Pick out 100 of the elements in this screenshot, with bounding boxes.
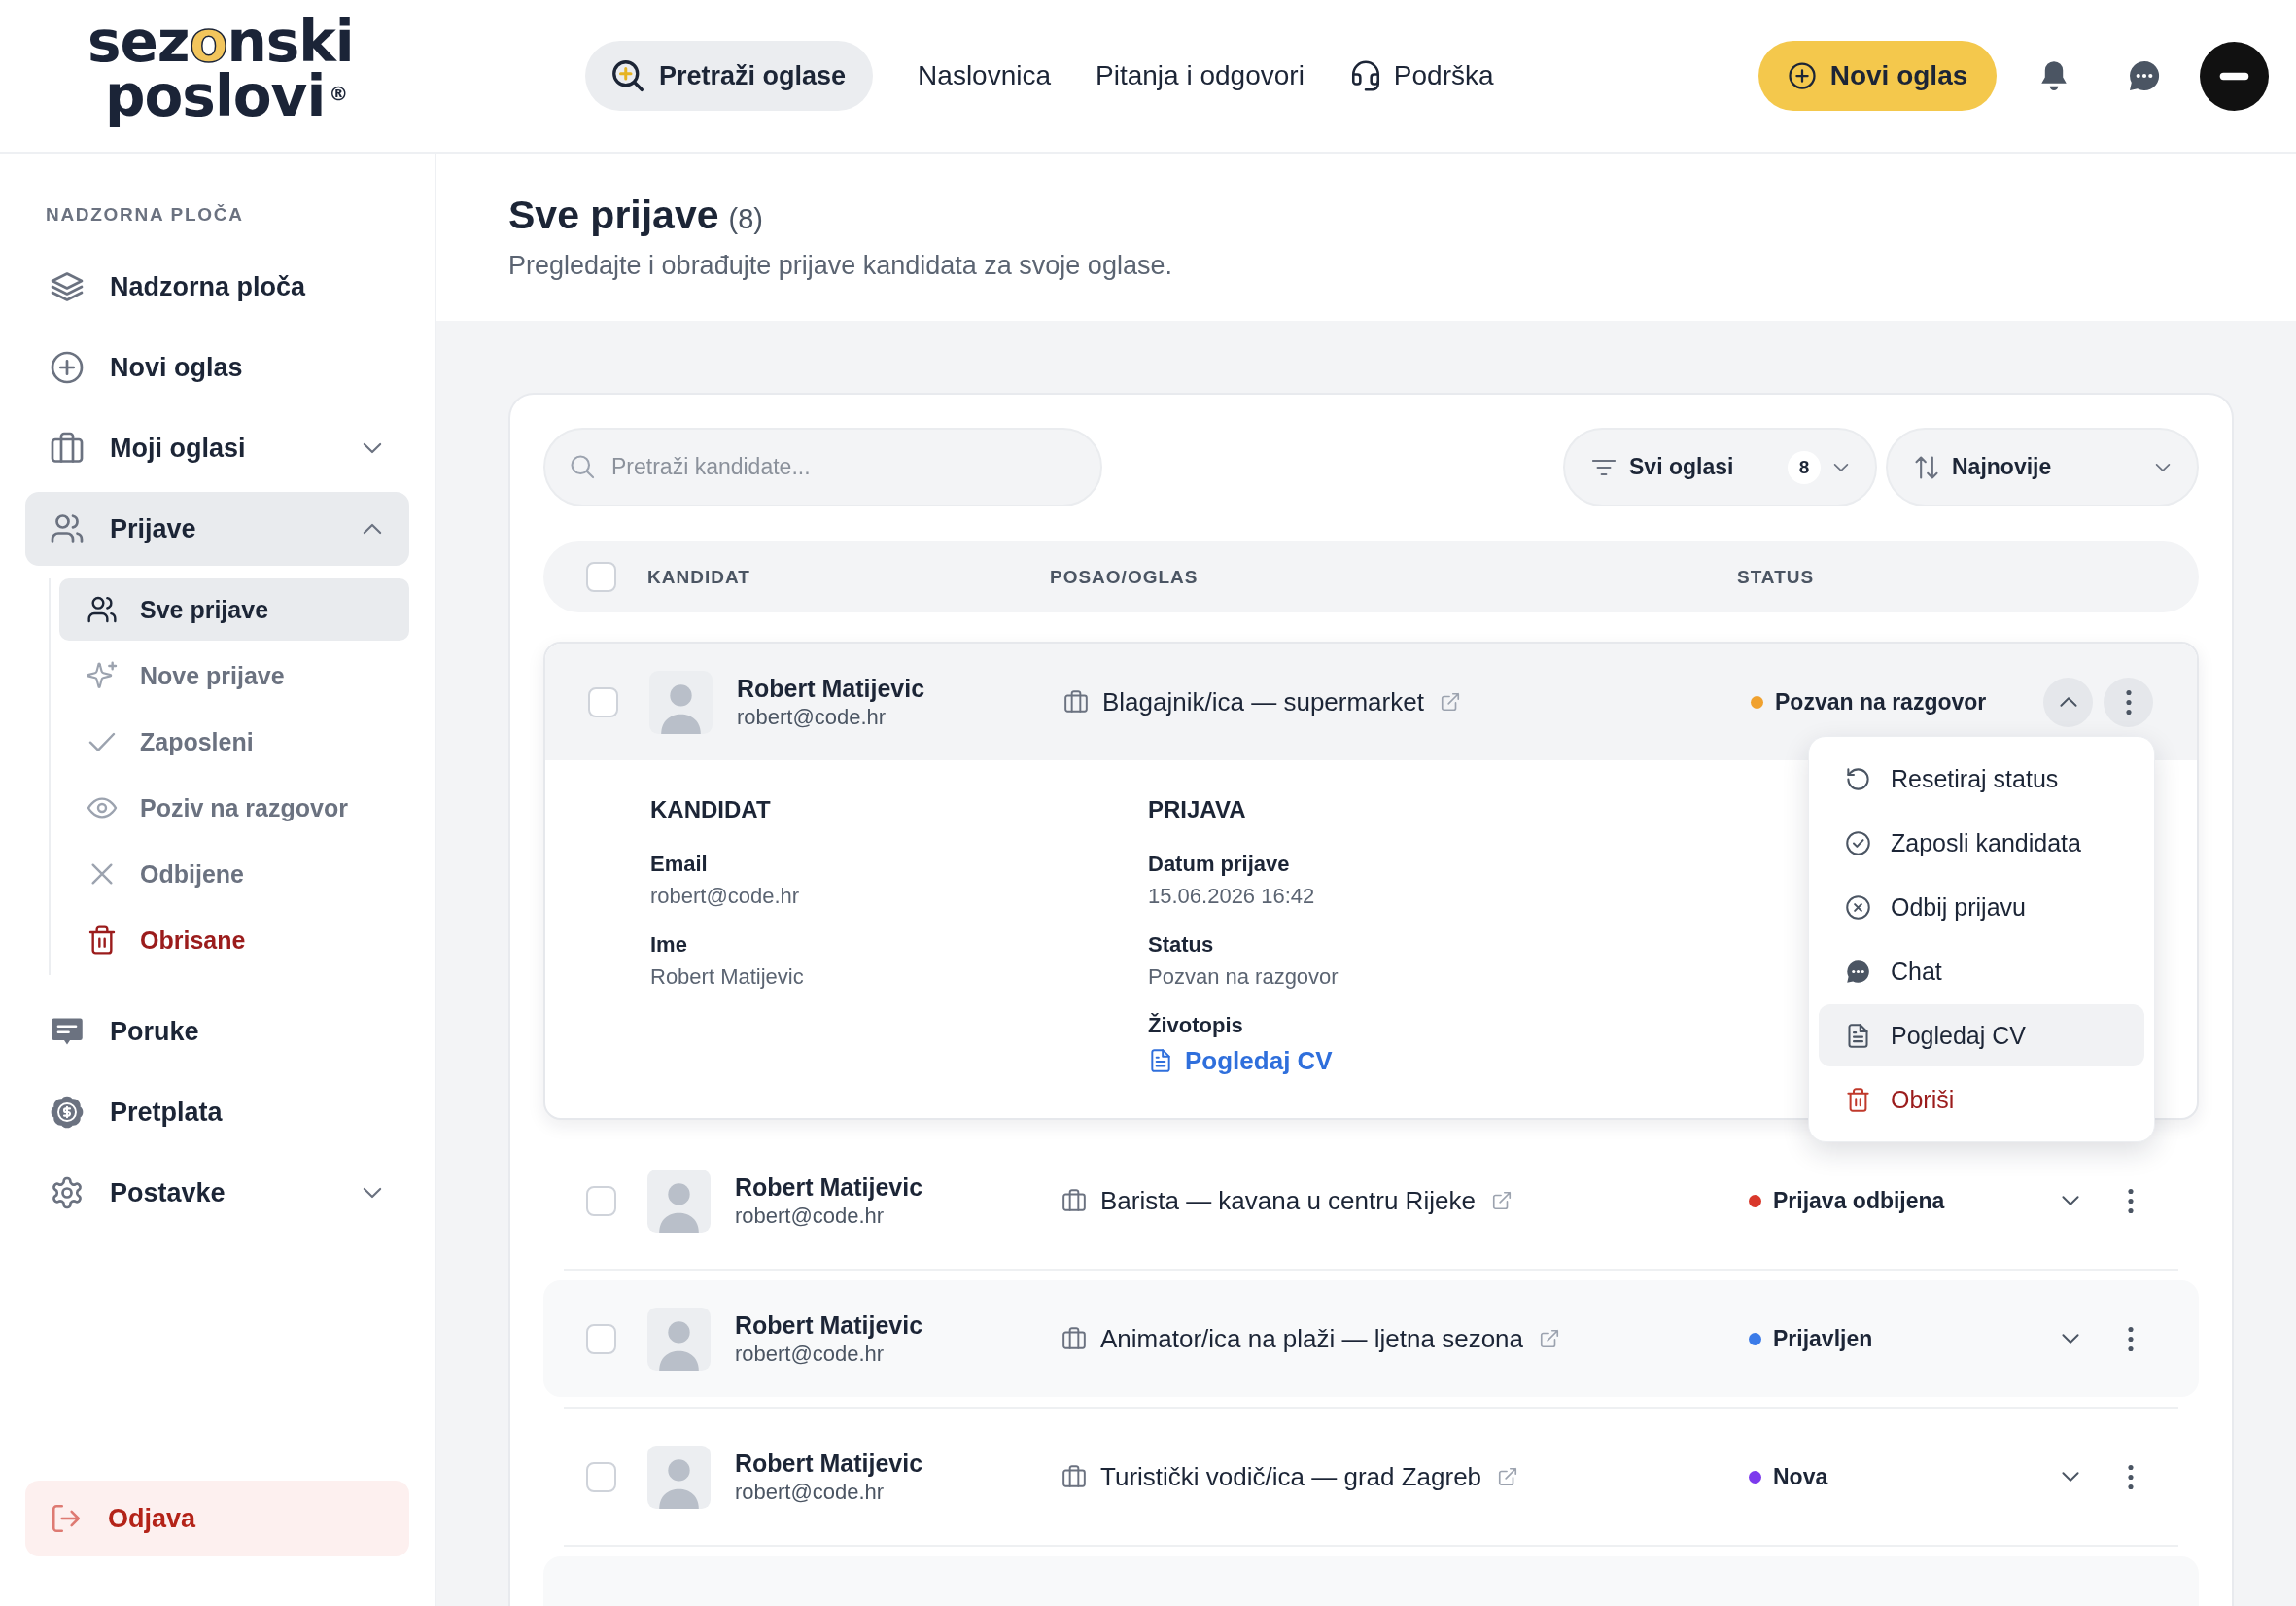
page-title: Sve prijave [508, 192, 719, 239]
view-cv-link[interactable]: Pogledaj CV [1148, 1044, 1333, 1077]
sidebar-item[interactable]: Prijave [25, 492, 409, 566]
checkbox[interactable] [586, 1323, 616, 1354]
search-icon [610, 58, 645, 93]
sidebar-subitem[interactable]: Zaposleni [59, 711, 409, 773]
field-label: Status [1148, 931, 1214, 959]
job-link[interactable]: Animator/ica na plaži — ljetna sezona [1100, 1323, 1523, 1354]
status-label: Prijavljen [1773, 1325, 1873, 1352]
field-label: Email [650, 851, 708, 878]
search-field[interactable]: Pretraži kandidate... [543, 428, 1102, 506]
sidebar-subitem[interactable]: Nove prijave [59, 645, 409, 707]
more-options-button[interactable] [2127, 1464, 2134, 1489]
menu-item[interactable]: Zaposli kandidata [1819, 812, 2144, 874]
nav-link[interactable]: Pitanja i odgovori [1096, 60, 1305, 91]
menu-item[interactable]: Obriši [1819, 1068, 2144, 1131]
column-header: POSAO/OGLAS [1050, 566, 1200, 588]
page-subtitle: Pregledajte i obrađujte prijave kandidata za svoje oglase. [508, 250, 1172, 282]
table-row[interactable]: Robert Matijevic robert@code.hr Animator/ica na plaži — ljetna sezona Prijavljen [543, 1280, 2199, 1397]
briefcase-icon [1061, 1188, 1087, 1213]
plus-circle-icon [1787, 61, 1817, 90]
external-link-icon[interactable] [1497, 1466, 1519, 1487]
avatar-placeholder [647, 1445, 711, 1509]
sidebar-item[interactable]: Moji oglasi [25, 411, 409, 485]
section-heading: PRIJAVA [1148, 795, 1246, 824]
sidebar-item[interactable]: Nadzorna ploča [25, 250, 409, 324]
new-ad-button[interactable]: Novi oglas [1758, 41, 1997, 111]
candidate-name: Robert Matijevic [737, 674, 925, 704]
search-jobs-button[interactable]: Pretraži oglase [585, 41, 874, 111]
title-count: (8) [728, 203, 763, 235]
field-value: 15.06.2026 16:42 [1148, 883, 1315, 910]
menu-item[interactable]: Chat [1819, 940, 2144, 1002]
column-header: STATUS [1737, 566, 1815, 588]
sidebar-subitem[interactable]: Odbijene [59, 843, 409, 905]
search-icon [569, 453, 596, 480]
more-options-button[interactable] [2127, 1188, 2134, 1213]
avatar-placeholder [649, 670, 713, 734]
briefcase-icon [1061, 1464, 1087, 1489]
profile-avatar[interactable] [2200, 41, 2269, 111]
job-link[interactable]: Blagajnik/ica — supermarket [1102, 686, 1424, 717]
logout-button[interactable]: Odjava [25, 1481, 409, 1556]
sidebar-item[interactable]: Poruke [25, 995, 409, 1068]
briefcase-icon [1063, 689, 1089, 715]
sparkles-icon [87, 660, 118, 691]
checkbox[interactable] [586, 1461, 616, 1492]
field-label: Životopis [1148, 1012, 1243, 1039]
avatar-placeholder [647, 1169, 711, 1233]
candidate-name: Robert Matijevic [735, 1310, 923, 1341]
sidebar-subitem[interactable]: Obrisane [59, 909, 409, 971]
briefcase-icon [1061, 1326, 1087, 1351]
chat-icon[interactable] [2127, 58, 2162, 93]
external-link-icon[interactable] [1539, 1328, 1560, 1349]
candidate-email: robert@code.hr [735, 1341, 885, 1368]
users-icon [87, 594, 118, 625]
section-label: NADZORNA PLOČA [46, 204, 244, 226]
checkbox[interactable] [586, 1185, 616, 1216]
checkbox[interactable] [586, 562, 616, 592]
more-options-button[interactable] [2127, 1326, 2134, 1351]
candidate-email: robert@code.hr [735, 1203, 885, 1230]
field-value: robert@code.hr [650, 883, 800, 910]
job-link[interactable]: Barista — kavana u centru Rijeke [1100, 1185, 1476, 1216]
field-value: Robert Matijevic [650, 963, 804, 991]
document-icon [1148, 1048, 1173, 1073]
field-label: Datum prijave [1148, 851, 1290, 878]
layers-icon [50, 269, 85, 304]
settings-icon [50, 1175, 85, 1210]
status-label: Prijava odbijena [1773, 1187, 1945, 1214]
field-value: Pozvan na razgovor [1148, 963, 1339, 991]
candidate-email: robert@code.hr [737, 704, 887, 731]
sidebar-subitem[interactable]: Poziv na razgovor [59, 777, 409, 839]
reset-icon [1845, 765, 1871, 792]
candidate-email: robert@code.hr [735, 1479, 885, 1506]
field-label: Ime [650, 931, 687, 959]
sidebar-item[interactable]: Pretplata [25, 1075, 409, 1149]
nav-link[interactable]: Podrška [1348, 59, 1494, 92]
sidebar-subitem[interactable]: Sve prijave [59, 578, 409, 641]
external-link-icon[interactable] [1490, 1190, 1513, 1211]
plus-circle-icon [50, 350, 85, 385]
more-options-button[interactable] [2104, 677, 2153, 727]
job-link[interactable]: Turistički vodič/ica — grad Zagreb [1100, 1461, 1482, 1492]
briefcase-icon [50, 431, 85, 466]
sort-dropdown[interactable]: Najnovije [1886, 428, 2199, 506]
candidate-name: Robert Matijevic [735, 1172, 923, 1203]
logo-text[interactable]: sezonski [87, 15, 354, 69]
document-icon [1845, 1022, 1871, 1049]
check-circle-icon [1845, 829, 1871, 856]
job-filter-dropdown[interactable]: Svi oglasi 8 [1563, 428, 1877, 506]
kebab-icon [2127, 1326, 2134, 1351]
nav-link[interactable]: Naslovnica [918, 60, 1052, 91]
status-label: Nova [1773, 1463, 1828, 1490]
menu-item[interactable]: Odbij prijavu [1819, 876, 2144, 938]
menu-item[interactable]: Pogledaj CV [1819, 1004, 2144, 1066]
sidebar-item[interactable]: Postavke [25, 1156, 409, 1230]
checkbox[interactable] [588, 686, 618, 717]
external-link-icon[interactable] [1439, 691, 1461, 713]
logout-icon [50, 1502, 83, 1535]
row-header[interactable]: Robert Matijevic robert@code.hr Blagajnik/ica — supermarket Pozvan na razgovor [545, 644, 2197, 760]
column-header: KANDIDAT [647, 566, 751, 588]
kebab-icon [2125, 689, 2132, 715]
sidebar-item[interactable]: Novi oglas [25, 331, 409, 404]
